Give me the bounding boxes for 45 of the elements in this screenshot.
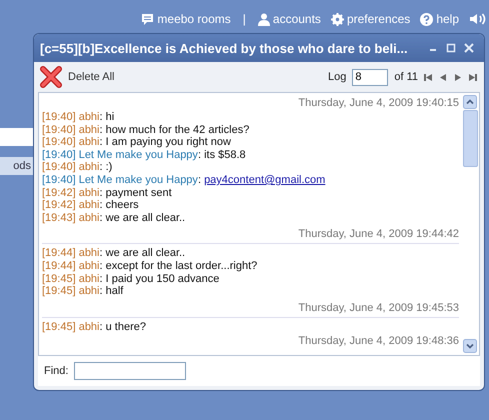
chat-message: [19:40] Let Me make you Happy: its $58.8: [42, 148, 247, 162]
email-link[interactable]: pay4content@gmail.com: [204, 174, 326, 186]
maximize-icon[interactable]: [446, 43, 456, 53]
chat-message: [19:40] abhi: how much for the 42 articles?: [42, 124, 250, 136]
chat-message: [19:45] abhi: u there?: [42, 320, 147, 334]
session-date: Thursday, June 4, 2009 19:45:53: [42, 298, 459, 318]
scroll-thumb[interactable]: [463, 110, 478, 167]
chat-message: [19:40] abhi: :): [42, 161, 114, 174]
chat-message: [19:40] abhi: I am paying you right now: [42, 136, 232, 149]
person-icon: [258, 12, 270, 26]
log-total: of 11: [394, 71, 418, 83]
sidebar-item[interactable]: ods: [0, 157, 33, 175]
chat-message: [19:43] abhi: we are all clear..: [42, 212, 186, 224]
find-field[interactable]: [74, 362, 186, 380]
previous-icon[interactable]: [438, 72, 448, 82]
session-date: Thursday, June 4, 2009 19:40:15: [297, 96, 459, 111]
log-label: Log: [328, 71, 346, 83]
delete-all-button[interactable]: Delete All: [40, 66, 114, 88]
separator: |: [242, 12, 246, 26]
speaker-icon[interactable]: [469, 12, 487, 26]
help-icon: [420, 12, 434, 26]
chat-message: [19:44] abhi: we are all clear..: [42, 247, 186, 260]
first-page-icon[interactable]: [423, 72, 433, 82]
scrollbar[interactable]: [463, 93, 479, 355]
session-date: Thursday, June 4, 2009 19:44:42: [42, 225, 459, 244]
delete-icon: [40, 66, 62, 88]
chat-message: [19:42] abhi: payment sent: [42, 186, 173, 200]
scroll-up-icon[interactable]: [463, 95, 477, 109]
chat-message: [19:44] abhi: except for the last order...right?: [42, 260, 258, 273]
next-icon[interactable]: [453, 72, 463, 82]
search-field[interactable]: [0, 128, 33, 146]
chat-message: [19:40] Let Me make you Happy: pay4content@gmail.com: [42, 174, 326, 187]
find-label: Find:: [44, 365, 68, 377]
chat-message: [19:40] abhi: hi: [42, 111, 116, 124]
settings-icon: [330, 12, 344, 26]
speech-bubble-icon: [141, 12, 154, 26]
session-date: Thursday, June 4, 2009 19:48:36: [297, 334, 459, 350]
chat-message: [19:45] abhi: half: [42, 285, 124, 298]
scroll-down-icon[interactable]: [463, 339, 477, 353]
last-page-icon[interactable]: [468, 72, 478, 82]
window-title: [c=55][b]Excellence is Achieved by those who dare to beli...: [40, 40, 409, 56]
chat-message: [19:42] abhi: cheers: [42, 199, 140, 212]
log-number-field[interactable]: 8: [352, 68, 388, 86]
close-icon[interactable]: [464, 43, 474, 53]
chat-message: [19:45] abhi: I paid you 150 advance: [42, 272, 220, 286]
